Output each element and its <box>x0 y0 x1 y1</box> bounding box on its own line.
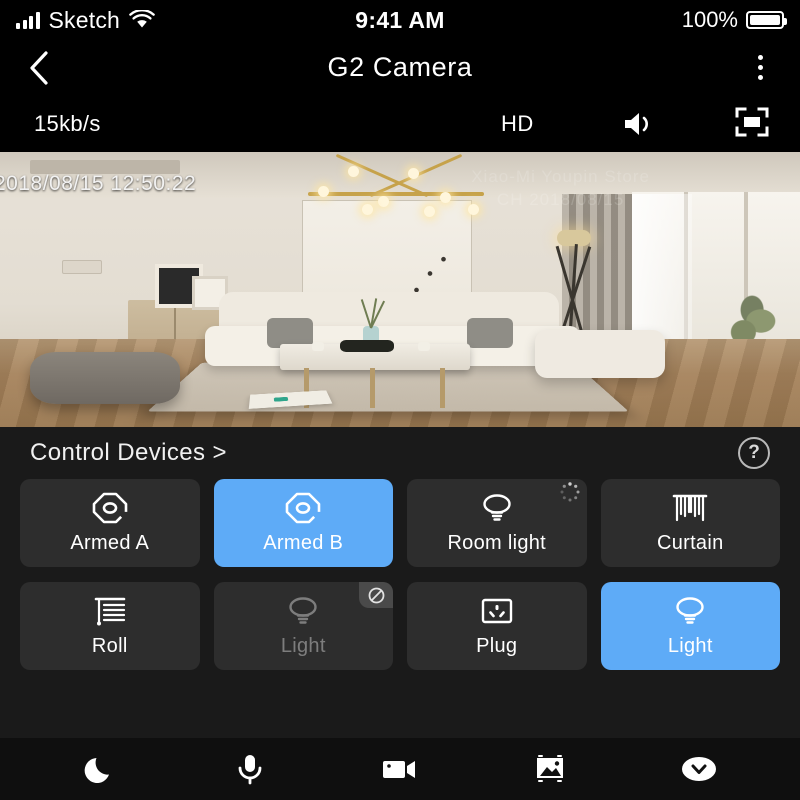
offline-prohibited-icon <box>359 582 393 608</box>
power-socket-icon <box>477 594 517 628</box>
stream-toolbar: 15kb/s HD <box>0 95 800 152</box>
device-label: Armed B <box>263 532 344 554</box>
device-label: Armed A <box>70 532 150 554</box>
status-bar-clock: 9:41 AM <box>355 7 445 33</box>
control-devices-panel: Control Devices > ? Armed A Armed B Room… <box>0 427 800 738</box>
bulb-icon <box>283 594 323 628</box>
device-tile-curtain[interactable]: Curtain <box>600 479 780 567</box>
fullscreen-button[interactable] <box>735 107 769 141</box>
device-tile-room-light[interactable]: Room light <box>407 479 587 567</box>
status-bar: Sketch 9:41 AM 100% <box>0 0 800 40</box>
bottom-toolbar <box>0 738 800 800</box>
bulb-icon <box>670 594 710 628</box>
control-devices-link[interactable]: Control Devices > <box>30 439 227 467</box>
curtain-icon <box>670 491 710 525</box>
device-label: Plug <box>476 635 518 657</box>
quality-button[interactable]: HD <box>501 111 534 137</box>
device-tile-plug[interactable]: Plug <box>407 582 587 670</box>
device-label: Roll <box>91 635 128 657</box>
device-grid: Armed A Armed B Room light Curtain Roll … <box>20 479 780 670</box>
help-glyph: ? <box>748 442 760 463</box>
more-vertical-icon <box>757 55 763 60</box>
armed-hexagon-icon <box>90 491 130 525</box>
snapshot-button[interactable] <box>521 746 579 792</box>
scene-cup-2 <box>418 342 430 351</box>
scene-tray <box>340 340 394 352</box>
video-timestamp: 2018/08/15 12:50:22 <box>0 172 197 195</box>
control-panel-header: Control Devices > ? <box>20 427 780 479</box>
device-tile-light-offline[interactable]: Light <box>213 582 393 670</box>
roller-blind-icon <box>90 594 130 628</box>
page-title: G2 Camera <box>327 52 473 82</box>
record-button[interactable] <box>371 746 429 792</box>
more-vertical-icon-dot3 <box>757 75 763 80</box>
night-mode-button[interactable] <box>72 746 130 792</box>
nav-bar: G2 Camera <box>0 40 800 95</box>
collapse-button[interactable] <box>670 746 728 792</box>
device-label: Light <box>280 635 326 657</box>
scene-cup <box>312 342 324 351</box>
talk-button[interactable] <box>221 746 279 792</box>
bulb-icon <box>477 491 517 525</box>
device-tile-light-on[interactable]: Light <box>600 582 780 670</box>
armed-hexagon-icon <box>283 491 323 525</box>
device-label: Room light <box>447 532 547 554</box>
chevron-down-circle-icon <box>682 757 717 781</box>
scene-chandelier <box>300 152 490 217</box>
loading-spinner-icon <box>553 479 587 505</box>
fullscreen-icon <box>735 107 769 136</box>
photo-gallery-icon <box>536 755 563 782</box>
app-screen: Sketch 9:41 AM 100% G2 Camera 15kb/s HD … <box>0 0 800 800</box>
battery-percent-label: 100% <box>681 7 738 32</box>
more-vertical-icon-dot2 <box>757 65 763 70</box>
video-watermark: Xiao-Mi Youpin Store CH 2018/08/15 <box>471 167 650 209</box>
scene-floor-cushion <box>30 352 180 404</box>
scene-vase <box>360 298 386 344</box>
device-label: Curtain <box>656 532 724 554</box>
video-scene: Xiao-Mi Youpin Store CH 2018/08/15 2018/… <box>0 152 800 427</box>
scene-sheer-curtain <box>632 194 692 341</box>
device-tile-armed-a[interactable]: Armed A <box>20 479 200 567</box>
scene-wall-switch <box>62 260 102 274</box>
video-camera-icon <box>382 761 415 778</box>
microphone-icon <box>238 755 262 785</box>
status-bar-right: 100% <box>681 0 787 40</box>
bitrate-label: 15kb/s <box>34 110 101 136</box>
video-feed[interactable]: Xiao-Mi Youpin Store CH 2018/08/15 2018/… <box>0 152 800 427</box>
help-circle-icon[interactable]: ? <box>738 437 770 469</box>
device-tile-roll[interactable]: Roll <box>20 582 200 670</box>
device-tile-armed-b[interactable]: Armed B <box>213 479 393 567</box>
battery-full-icon <box>746 11 787 29</box>
speaker-on-icon <box>625 112 648 135</box>
moon-icon <box>84 758 109 783</box>
more-options-button[interactable] <box>740 47 780 89</box>
device-label: Light <box>667 635 713 657</box>
speaker-toggle-button[interactable] <box>622 107 662 141</box>
